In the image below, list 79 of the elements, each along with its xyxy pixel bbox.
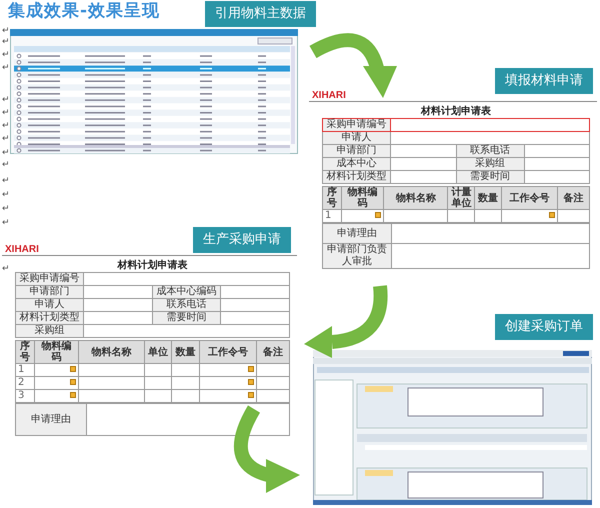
column-header: 序号 [322, 186, 342, 210]
column-header: 单位 [144, 340, 172, 364]
column-header: 备注 [256, 340, 290, 364]
field-label: 采购申请编号 [16, 272, 84, 286]
company-logo: XIHARI [5, 244, 39, 255]
field-label: 采购组 [456, 158, 524, 170]
column-header: 序号 [16, 340, 35, 364]
input-field[interactable] [390, 170, 456, 184]
input-field[interactable] [390, 118, 590, 132]
input-field[interactable] [220, 312, 290, 324]
column-header: 物料编码 [341, 186, 384, 210]
field-label: 申请部门 [16, 286, 84, 298]
input-field[interactable] [524, 170, 590, 184]
input-field[interactable] [220, 298, 290, 312]
column-header: 物料编码 [34, 340, 78, 364]
column-header: 物料名称 [384, 186, 448, 210]
form-heading: 材料计划申请表 [116, 259, 188, 272]
input-field[interactable] [220, 286, 290, 298]
text-area[interactable] [86, 404, 290, 436]
company-logo: XIHARI [312, 90, 346, 101]
paragraph-mark: ↵ [2, 204, 10, 214]
field-label: 联系电话 [456, 144, 524, 158]
input-field[interactable] [84, 312, 152, 324]
paragraph-mark: ↵ [2, 264, 10, 274]
table-cell: 2 [16, 376, 35, 390]
column-header: 备注 [557, 186, 590, 210]
field-label: 需要时间 [152, 312, 220, 324]
input-field[interactable] [84, 272, 290, 286]
paragraph-mark: ↵ [2, 218, 10, 228]
paragraph-mark: ↵ [2, 37, 10, 47]
lookup-icon[interactable] [548, 212, 555, 218]
paragraph-mark: ↵ [2, 63, 10, 73]
paragraph-mark: ↵ [2, 160, 10, 170]
text-area[interactable] [392, 224, 590, 244]
field-label: 采购组 [16, 324, 84, 338]
field-label: 申请理由 [16, 404, 87, 436]
field-label: 申请人 [322, 132, 390, 144]
page-title: 集成效果-效果呈现 [8, 1, 160, 21]
paragraph-mark: ↵ [2, 26, 10, 36]
field-label: 申请理由 [322, 224, 392, 244]
paragraph-mark: ↵ [2, 50, 10, 60]
field-label: 成本中心编码 [152, 286, 220, 298]
field-label: 申请人 [16, 298, 84, 312]
paragraph-mark: ↵ [2, 121, 10, 131]
field-label: 联系电话 [152, 298, 220, 312]
lookup-icon[interactable] [375, 212, 382, 218]
input-field[interactable] [390, 158, 456, 170]
input-field[interactable] [390, 144, 456, 158]
paragraph-mark: ↵ [2, 95, 10, 105]
step-label: 生产采购申请 [193, 227, 291, 253]
paragraph-mark: ↵ [2, 190, 10, 200]
form-heading: 材料计划申请表 [420, 105, 492, 118]
field-label: 申请部门负责人审批 [322, 244, 392, 268]
step-label: 引用物料主数据 [205, 1, 316, 27]
text-area[interactable] [392, 244, 590, 268]
paragraph-mark: ↵ [2, 148, 10, 158]
input-field[interactable] [84, 286, 152, 298]
paragraph-mark: ↵ [2, 134, 10, 144]
column-header: 数量 [172, 340, 200, 364]
field-label: 需要时间 [456, 170, 524, 184]
column-header: 工作令号 [199, 340, 257, 364]
paragraph-mark: ↵ [2, 108, 10, 118]
column-header: 计量单位 [448, 186, 475, 210]
column-header: 数量 [474, 186, 502, 210]
input-field[interactable] [524, 144, 590, 158]
paragraph-mark: ↵ [2, 176, 10, 186]
field-label: 采购申请编号 [322, 118, 390, 132]
input-field[interactable] [524, 158, 590, 170]
field-label: 材料计划类型 [16, 312, 84, 324]
column-header: 工作令号 [501, 186, 558, 210]
field-label: 材料计划类型 [322, 170, 390, 184]
step-label: 填报材料申请 [495, 68, 593, 94]
step-label: 创建采购订单 [495, 314, 593, 340]
field-label: 成本中心 [322, 158, 390, 170]
input-field[interactable] [84, 324, 290, 338]
input-field[interactable] [84, 298, 152, 312]
field-label: 申请部门 [322, 144, 390, 158]
column-header: 物料名称 [78, 340, 144, 364]
table-cell: 1 [16, 364, 35, 376]
